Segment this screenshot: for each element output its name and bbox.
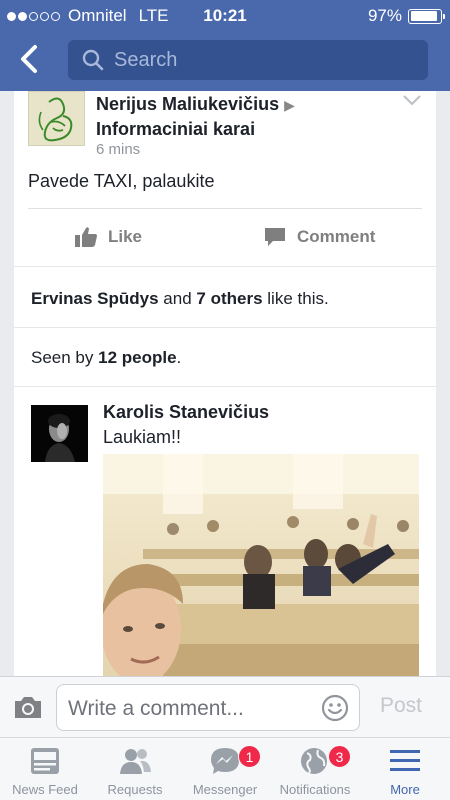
post-detail: Nerijus Maliukevičius ▶ Informaciniai ka… bbox=[14, 91, 436, 676]
comment-composer: Write a comment... Post bbox=[0, 676, 450, 737]
comment-photo[interactable] bbox=[103, 454, 419, 676]
status-bar: Omnitel LTE 10:21 97% bbox=[0, 0, 450, 32]
top-bar: Omnitel LTE 10:21 97% Search bbox=[0, 0, 450, 91]
camera-icon[interactable] bbox=[13, 694, 43, 720]
tab-label: Requests bbox=[107, 782, 163, 797]
battery-info: 97% bbox=[367, 6, 445, 26]
tab-label: Messenger bbox=[192, 782, 258, 797]
seen-suffix: . bbox=[176, 348, 182, 367]
post-button[interactable]: Post bbox=[380, 694, 422, 718]
likes-suffix: like this. bbox=[267, 289, 329, 308]
tab-requests[interactable]: Requests bbox=[90, 738, 180, 800]
likes-connector: and bbox=[163, 289, 192, 308]
like-button[interactable]: Like bbox=[74, 226, 142, 248]
seen-count: 12 people bbox=[98, 348, 177, 367]
post-author-line: Nerijus Maliukevičius ▶ Informaciniai ka… bbox=[96, 92, 396, 141]
comment-button[interactable]: Comment bbox=[263, 226, 375, 248]
back-button[interactable] bbox=[17, 44, 43, 74]
battery-icon bbox=[408, 8, 445, 24]
tab-label: Notifications bbox=[279, 782, 351, 797]
comment-label: Comment bbox=[297, 227, 376, 246]
tab-more[interactable]: More bbox=[360, 738, 450, 800]
messenger-icon bbox=[211, 748, 239, 774]
comment-text: Laukiam!! bbox=[103, 427, 182, 447]
battery-percent: 97% bbox=[367, 6, 402, 25]
search-input[interactable]: Search bbox=[68, 40, 428, 80]
comment-placeholder: Write a comment... bbox=[68, 697, 244, 720]
portrait-image bbox=[31, 405, 88, 462]
post-author-name[interactable]: Nerijus Maliukevičius bbox=[96, 94, 279, 114]
tab-label: More bbox=[390, 782, 420, 797]
commenter-avatar[interactable] bbox=[31, 405, 88, 462]
search-icon bbox=[82, 49, 104, 71]
tab-messenger[interactable]: 1 Messenger bbox=[180, 738, 270, 800]
classroom-selfie-image bbox=[103, 454, 419, 676]
likes-summary[interactable]: Ervinas Spūdys and 7 others like this. bbox=[14, 267, 436, 327]
seen-prefix: Seen by bbox=[31, 348, 94, 367]
tab-label: News Feed bbox=[12, 782, 78, 797]
globe-icon bbox=[301, 748, 327, 774]
comment-author[interactable]: Karolis Stanevičius bbox=[103, 402, 269, 423]
notifications-badge: 3 bbox=[328, 745, 351, 768]
friend-requests-icon bbox=[120, 749, 151, 774]
post-target-group[interactable]: Informaciniai karai bbox=[96, 119, 255, 139]
thumbs-up-icon bbox=[75, 227, 97, 247]
likes-others: 7 others bbox=[196, 289, 263, 308]
liker-name: Ervinas Spūdys bbox=[31, 289, 159, 308]
search-placeholder: Search bbox=[114, 48, 178, 71]
comment-item: Karolis Stanevičius Laukiam!! bbox=[14, 387, 436, 676]
seen-summary[interactable]: Seen by 12 people. bbox=[14, 328, 436, 386]
comment-input[interactable]: Write a comment... bbox=[56, 684, 360, 731]
like-label: Like bbox=[108, 227, 143, 246]
menu-icon bbox=[390, 750, 420, 771]
emoji-icon[interactable] bbox=[321, 694, 349, 722]
shared-to-arrow-icon: ▶ bbox=[284, 97, 295, 113]
chevron-left-icon bbox=[21, 45, 37, 73]
post-actions: Like Comment bbox=[14, 209, 436, 266]
tab-notifications[interactable]: 3 Notifications bbox=[270, 738, 360, 800]
post-timestamp[interactable]: 6 mins bbox=[96, 141, 140, 158]
author-avatar[interactable] bbox=[28, 91, 85, 146]
post-header: Nerijus Maliukevičius ▶ Informaciniai ka… bbox=[14, 91, 436, 166]
messenger-badge: 1 bbox=[238, 745, 261, 768]
post-text: Pavede TAXI, palaukite bbox=[28, 171, 215, 191]
comment-bubble-icon bbox=[265, 228, 285, 246]
tab-bar: News Feed Requests 1 Messenger 3 Notific… bbox=[0, 737, 450, 800]
news-feed-icon bbox=[31, 748, 59, 774]
doodle-avatar-image bbox=[29, 92, 84, 145]
tab-news-feed[interactable]: News Feed bbox=[0, 738, 90, 800]
chevron-down-icon[interactable] bbox=[402, 93, 422, 107]
